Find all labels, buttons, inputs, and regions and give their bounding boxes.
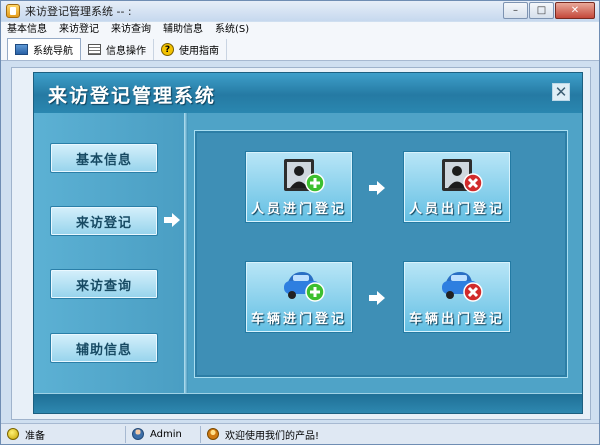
title-bar[interactable]: 来访登记管理系统 -- : – □ ✕ — [1, 1, 599, 21]
app-window: 来访登记管理系统 -- : – □ ✕ 基本信息 来访登记 来访查询 辅助信息 … — [0, 0, 600, 445]
action-area: 人员进门登记 人员出门登记 车辆进门登记 车辆出门登记 — [194, 130, 568, 378]
action-label: 人员出门登记 — [408, 202, 505, 217]
lightbulb-icon — [7, 428, 19, 440]
user-icon — [132, 428, 144, 440]
tab-bar: 系统导航 信息操作 ? 使用指南 — [1, 37, 599, 61]
nav-panel: 来访登记管理系统 ✕ 基本信息 来访登记 来访查询 辅助信息 人员进门登记 人员… — [33, 72, 583, 414]
action-label: 车辆进门登记 — [250, 312, 347, 327]
main-content: 来访登记管理系统 ✕ 基本信息 来访登记 来访查询 辅助信息 人员进门登记 人员… — [11, 67, 591, 420]
menu-basic-info[interactable]: 基本信息 — [1, 22, 53, 37]
status-state: 准备 — [1, 425, 126, 443]
panel-title: 来访登记管理系统 — [48, 85, 217, 107]
car-exit-icon — [442, 272, 483, 302]
info-icon — [88, 44, 101, 55]
status-bar: 准备 Admin 欢迎使用我们的产品! — [1, 423, 599, 444]
help-icon: ? — [161, 43, 174, 56]
arrow-right-icon — [164, 213, 180, 227]
car-enter-icon — [284, 272, 325, 302]
menu-visit-query[interactable]: 来访查询 — [105, 22, 157, 37]
close-button[interactable]: ✕ — [555, 2, 595, 19]
person-exit-icon — [442, 159, 483, 193]
people-icon — [207, 428, 219, 440]
side-button-visit-query[interactable]: 来访查询 — [50, 269, 158, 299]
menu-aux-info[interactable]: 辅助信息 — [157, 22, 209, 37]
car-enter-button[interactable]: 车辆进门登记 — [245, 261, 353, 333]
action-label: 人员进门登记 — [250, 202, 347, 217]
person-enter-icon — [284, 159, 325, 193]
action-label: 车辆出门登记 — [408, 312, 505, 327]
status-message: 欢迎使用我们的产品! — [201, 426, 325, 443]
tab-user-guide[interactable]: ? 使用指南 — [154, 39, 227, 60]
side-button-basic-info[interactable]: 基本信息 — [50, 143, 158, 173]
menu-bar: 基本信息 来访登记 来访查询 辅助信息 系统(S) — [1, 22, 599, 37]
panel-body: 基本信息 来访登记 来访查询 辅助信息 人员进门登记 人员出门登记 车辆进门登记… — [34, 113, 582, 413]
side-menu: 基本信息 来访登记 来访查询 辅助信息 — [34, 113, 184, 393]
window-title: 来访登记管理系统 -- : — [25, 5, 132, 18]
nav-icon — [15, 44, 28, 55]
maximize-button[interactable]: □ — [529, 2, 554, 19]
app-icon — [6, 4, 20, 18]
window-controls: – □ ✕ — [502, 2, 595, 19]
car-exit-button[interactable]: 车辆出门登记 — [403, 261, 511, 333]
person-enter-button[interactable]: 人员进门登记 — [245, 151, 353, 223]
panel-close-button[interactable]: ✕ — [552, 83, 570, 101]
menu-system[interactable]: 系统(S) — [209, 22, 255, 37]
status-user-text: Admin — [150, 428, 182, 440]
arrow-right-icon — [369, 181, 385, 195]
arrow-right-icon — [369, 291, 385, 305]
person-exit-button[interactable]: 人员出门登记 — [403, 151, 511, 223]
tab-info-ops[interactable]: 信息操作 — [81, 39, 154, 60]
panel-header: 来访登记管理系统 ✕ — [34, 73, 582, 113]
minimize-button[interactable]: – — [503, 2, 528, 19]
status-message-text: 欢迎使用我们的产品! — [225, 430, 320, 442]
status-state-text: 准备 — [25, 430, 45, 442]
side-button-visit-register[interactable]: 来访登记 — [50, 206, 158, 236]
tab-label: 使用指南 — [179, 46, 219, 57]
side-button-aux-info[interactable]: 辅助信息 — [50, 333, 158, 363]
divider — [184, 113, 188, 393]
menu-visit-register[interactable]: 来访登记 — [53, 22, 105, 37]
tab-label: 系统导航 — [33, 46, 73, 57]
tab-label: 信息操作 — [106, 46, 146, 57]
panel-footer — [34, 393, 582, 413]
status-user: Admin — [126, 425, 201, 443]
tab-system-nav[interactable]: 系统导航 — [7, 38, 81, 60]
